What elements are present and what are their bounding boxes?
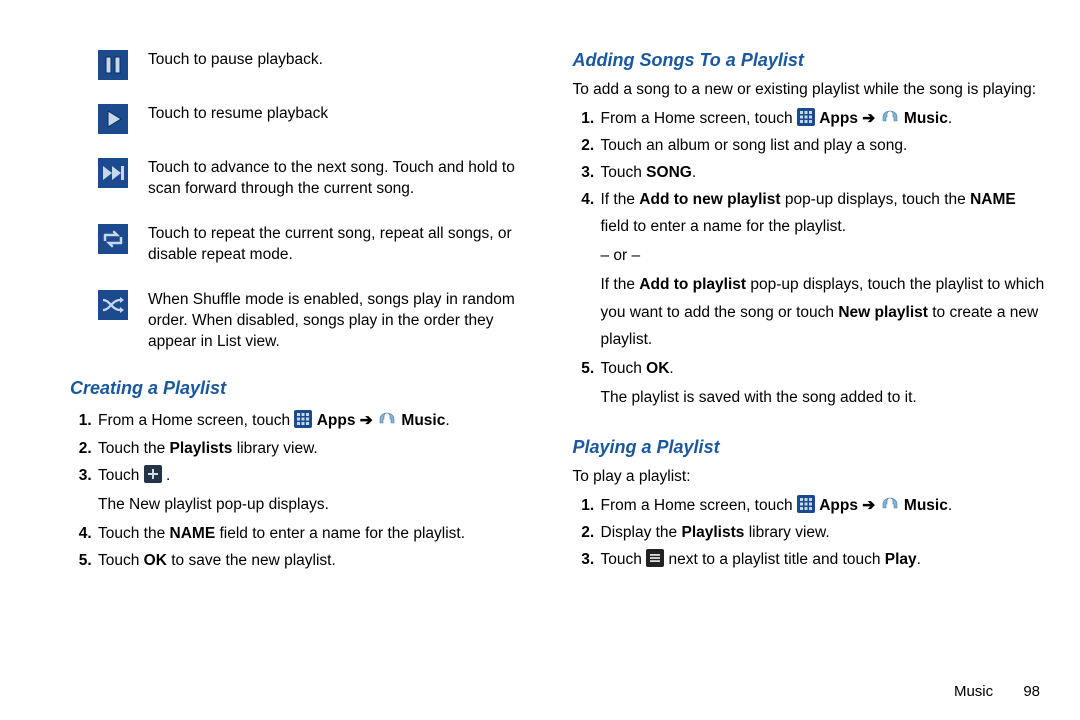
list-item: From a Home screen, touch Apps ➔ Music.: [96, 407, 543, 434]
creating-steps: From a Home screen, touch Apps ➔ Music. …: [70, 407, 543, 574]
list-item: Touch . The New playlist pop-up displays…: [96, 462, 543, 518]
apps-icon: [294, 410, 312, 428]
list-item: From a Home screen, touch Apps ➔ Music.: [599, 492, 1046, 519]
heading-playing-playlist: Playing a Playlist: [573, 437, 1046, 458]
intro-text: To play a playlist:: [573, 466, 1046, 488]
list-item: If the Add to new playlist pop-up displa…: [599, 186, 1046, 353]
playing-steps: From a Home screen, touch Apps ➔ Music. …: [573, 492, 1046, 573]
list-item: Display the Playlists library view.: [599, 519, 1046, 546]
control-desc: Touch to resume playback: [148, 104, 328, 125]
footer-section: Music: [954, 683, 993, 700]
music-icon: [377, 410, 397, 430]
list-item: From a Home screen, touch Apps ➔ Music.: [599, 105, 1046, 132]
next-icon: [98, 158, 128, 188]
add-icon: [144, 465, 162, 483]
adding-steps: From a Home screen, touch Apps ➔ Music. …: [573, 105, 1046, 411]
page-footer: Music 98: [954, 683, 1040, 700]
heading-creating-playlist: Creating a Playlist: [70, 378, 543, 399]
shuffle-icon: [98, 290, 128, 320]
control-desc: Touch to advance to the next song. Touch…: [148, 158, 543, 200]
play-icon: [98, 104, 128, 134]
music-icon: [880, 495, 900, 515]
list-item: Touch the Playlists library view.: [96, 435, 543, 462]
list-item: Touch OK. The playlist is saved with the…: [599, 355, 1046, 411]
list-item: Touch an album or song list and play a s…: [599, 132, 1046, 159]
music-icon: [880, 108, 900, 128]
control-desc: Touch to repeat the current song, repeat…: [148, 224, 543, 266]
intro-text: To add a song to a new or existing playl…: [573, 79, 1046, 101]
apps-icon: [797, 108, 815, 126]
control-desc: When Shuffle mode is enabled, songs play…: [148, 290, 543, 353]
apps-icon: [797, 495, 815, 513]
control-desc: Touch to pause playback.: [148, 50, 323, 71]
list-item: Touch the NAME field to enter a name for…: [96, 520, 543, 547]
list-item: Touch next to a playlist title and touch…: [599, 546, 1046, 573]
repeat-icon: [98, 224, 128, 254]
heading-adding-songs: Adding Songs To a Playlist: [573, 50, 1046, 71]
pause-icon: [98, 50, 128, 80]
list-item: Touch OK to save the new playlist.: [96, 547, 543, 574]
footer-page: 98: [1023, 683, 1040, 700]
menu-icon: [646, 549, 664, 567]
list-item: Touch SONG.: [599, 159, 1046, 186]
